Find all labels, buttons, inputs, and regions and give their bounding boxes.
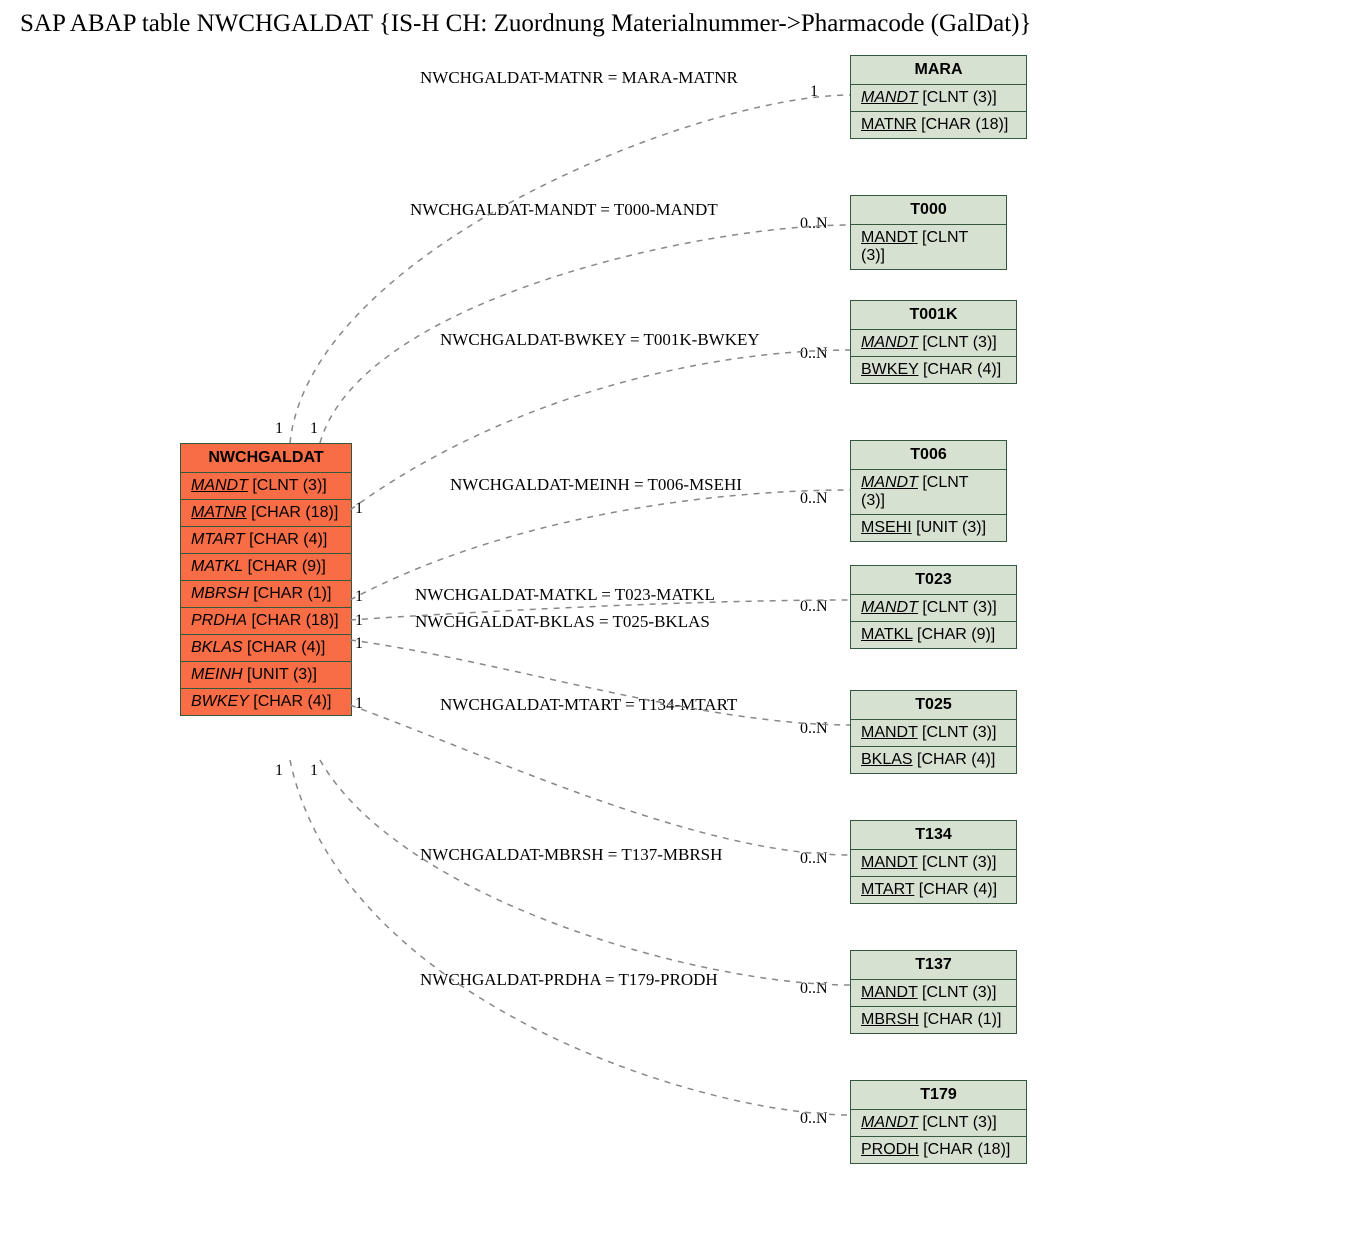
entity-field: MTART [CHAR (4)] (181, 527, 351, 554)
page-title: SAP ABAP table NWCHGALDAT {IS-H CH: Zuor… (20, 10, 1032, 38)
entity-field: MATNR [CHAR (18)] (181, 500, 351, 527)
relation-label: NWCHGALDAT-BKLAS = T025-BKLAS (415, 612, 710, 632)
card-right: 0..N (800, 345, 828, 363)
entity-field: MANDT [CLNT (3)] (851, 225, 1006, 269)
entity-t025: T025MANDT [CLNT (3)]BKLAS [CHAR (4)] (850, 690, 1017, 774)
relation-label: NWCHGALDAT-MATKL = T023-MATKL (415, 585, 715, 605)
relation-label: NWCHGALDAT-MATNR = MARA-MATNR (420, 68, 738, 88)
entity-t000: T000MANDT [CLNT (3)] (850, 195, 1007, 270)
entity-field: BKLAS [CHAR (4)] (181, 635, 351, 662)
entity-t179: T179MANDT [CLNT (3)]PRODH [CHAR (18)] (850, 1080, 1027, 1164)
card-right: 1 (810, 83, 818, 101)
card-right: 0..N (800, 215, 828, 233)
card-left-2: 1 (355, 500, 363, 518)
entity-field: MANDT [CLNT (3)] (181, 473, 351, 500)
relation-label: NWCHGALDAT-BWKEY = T001K-BWKEY (440, 330, 760, 350)
entity-header: T006 (851, 441, 1006, 470)
entity-t006: T006MANDT [CLNT (3)]MSEHI [UNIT (3)] (850, 440, 1007, 542)
card-left-0: 1 (275, 420, 283, 438)
entity-field: BKLAS [CHAR (4)] (851, 747, 1016, 773)
entity-field: MANDT [CLNT (3)] (851, 980, 1016, 1007)
entity-t134: T134MANDT [CLNT (3)]MTART [CHAR (4)] (850, 820, 1017, 904)
entity-field: MANDT [CLNT (3)] (851, 1110, 1026, 1137)
entity-header: T025 (851, 691, 1016, 720)
card-right: 0..N (800, 850, 828, 868)
entity-header: MARA (851, 56, 1026, 85)
card-left-4: 1 (355, 612, 363, 630)
entity-header: T023 (851, 566, 1016, 595)
card-left-1: 1 (310, 420, 318, 438)
entity-field: MANDT [CLNT (3)] (851, 470, 1006, 515)
entity-field: MBRSH [CHAR (1)] (851, 1007, 1016, 1033)
card-left-6: 1 (355, 695, 363, 713)
card-right: 0..N (800, 598, 828, 616)
entity-header: T137 (851, 951, 1016, 980)
relation-label: NWCHGALDAT-PRDHA = T179-PRODH (420, 970, 718, 990)
entity-field: MANDT [CLNT (3)] (851, 85, 1026, 112)
entity-mara: MARAMANDT [CLNT (3)]MATNR [CHAR (18)] (850, 55, 1027, 139)
entity-field: MANDT [CLNT (3)] (851, 720, 1016, 747)
entity-header: T001K (851, 301, 1016, 330)
entity-header: NWCHGALDAT (181, 444, 351, 473)
entity-t001k: T001KMANDT [CLNT (3)]BWKEY [CHAR (4)] (850, 300, 1017, 384)
relation-label: NWCHGALDAT-MEINH = T006-MSEHI (450, 475, 742, 495)
card-left-3: 1 (355, 588, 363, 606)
entity-nwchgaldat: NWCHGALDAT MANDT [CLNT (3)]MATNR [CHAR (… (180, 443, 352, 716)
entity-field: MEINH [UNIT (3)] (181, 662, 351, 689)
entity-header: T179 (851, 1081, 1026, 1110)
entity-header: T000 (851, 196, 1006, 225)
entity-field: MATNR [CHAR (18)] (851, 112, 1026, 138)
card-right: 0..N (800, 490, 828, 508)
entity-field: MBRSH [CHAR (1)] (181, 581, 351, 608)
entity-header: T134 (851, 821, 1016, 850)
entity-field: BWKEY [CHAR (4)] (851, 357, 1016, 383)
card-right: 0..N (800, 1110, 828, 1128)
entity-field: MANDT [CLNT (3)] (851, 330, 1016, 357)
entity-field: MANDT [CLNT (3)] (851, 595, 1016, 622)
entity-t137: T137MANDT [CLNT (3)]MBRSH [CHAR (1)] (850, 950, 1017, 1034)
entity-field: BWKEY [CHAR (4)] (181, 689, 351, 715)
entity-field: PRDHA [CHAR (18)] (181, 608, 351, 635)
relation-label: NWCHGALDAT-MANDT = T000-MANDT (410, 200, 718, 220)
relation-label: NWCHGALDAT-MTART = T134-MTART (440, 695, 737, 715)
entity-field: MSEHI [UNIT (3)] (851, 515, 1006, 541)
entity-t023: T023MANDT [CLNT (3)]MATKL [CHAR (9)] (850, 565, 1017, 649)
entity-field: MATKL [CHAR (9)] (851, 622, 1016, 648)
card-right: 0..N (800, 980, 828, 998)
card-left-7: 1 (275, 762, 283, 780)
entity-field: MANDT [CLNT (3)] (851, 850, 1016, 877)
card-left-8: 1 (310, 762, 318, 780)
entity-field: MTART [CHAR (4)] (851, 877, 1016, 903)
card-left-5: 1 (355, 635, 363, 653)
entity-field: MATKL [CHAR (9)] (181, 554, 351, 581)
entity-field: PRODH [CHAR (18)] (851, 1137, 1026, 1163)
card-right: 0..N (800, 720, 828, 738)
relation-label: NWCHGALDAT-MBRSH = T137-MBRSH (420, 845, 722, 865)
